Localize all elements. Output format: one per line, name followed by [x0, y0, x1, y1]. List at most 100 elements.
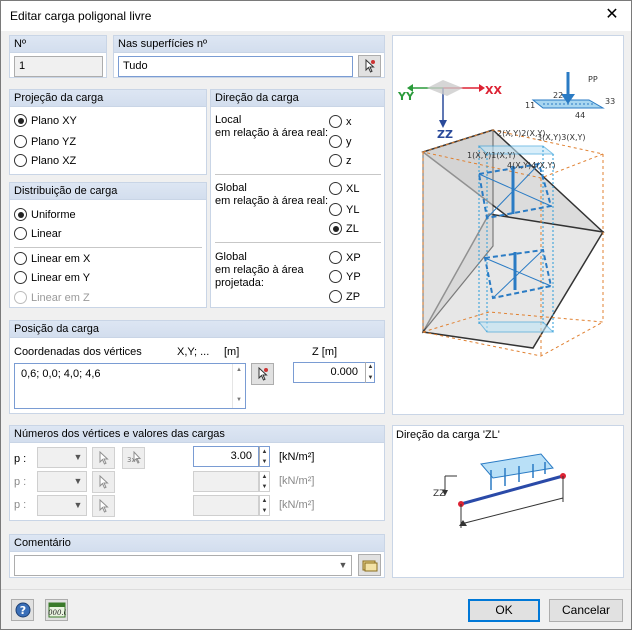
load-value-input	[193, 471, 259, 492]
load-spinner[interactable]: ▲ ▼	[259, 446, 270, 467]
ok-button[interactable]: OK	[468, 599, 540, 622]
direction-caption: Direção da carga 'ZL'	[396, 429, 500, 441]
projection-header: Projeção da carga	[14, 92, 104, 104]
pick-multiple-button: 3x	[122, 447, 145, 469]
z-input[interactable]: 0.000	[293, 362, 375, 383]
direction-diagram: ZZ	[433, 453, 566, 528]
radio-dir-zl[interactable]: ZL	[329, 222, 359, 235]
load-diagram: XX YY ZZ PP 11 22 33 44 1(X,Y)1(X,Y) 2(X…	[397, 72, 615, 357]
help-button[interactable]: ?	[11, 599, 34, 621]
cursor-icon	[99, 451, 109, 465]
vertex-combo: ▼	[37, 495, 87, 516]
footer-divider	[1, 589, 631, 590]
title-bar: Editar carga poligonal livre ✕	[1, 1, 631, 31]
calculator-icon: 0.000.00	[48, 602, 66, 618]
svg-text:33: 33	[605, 97, 615, 106]
p-label: p :	[14, 476, 27, 488]
cursor-icon	[258, 367, 268, 381]
coords-textarea[interactable]: 0,6; 0,0; 4,0; 4,6	[14, 363, 246, 409]
radio-dir-xp[interactable]: XP	[329, 251, 361, 264]
load-value-input[interactable]: 3.00	[193, 446, 259, 467]
unit-label: [kN/m²]	[279, 451, 315, 463]
surfaces-group: Nas superfícies nº Tudo	[113, 35, 385, 78]
xy-label: X,Y; ...	[177, 346, 210, 358]
cursor-icon	[365, 59, 375, 73]
pick-vertices-button[interactable]	[251, 363, 274, 385]
textarea-scrollbar[interactable]: ▲ ▼	[232, 364, 245, 408]
direction-header: Direção da carga	[215, 92, 299, 104]
svg-text:ZZ: ZZ	[437, 128, 453, 141]
divider	[215, 174, 381, 175]
comment-group: Comentário ▼	[9, 534, 385, 578]
load-spinner: ▲ ▼	[259, 471, 270, 492]
comment-header: Comentário	[14, 537, 71, 549]
radio-uniforme[interactable]: Uniforme	[14, 208, 76, 221]
coords-label: Coordenadas dos vértices	[14, 346, 142, 358]
unit-label: [kN/m²]	[279, 499, 315, 511]
position-header: Posição da carga	[14, 323, 99, 335]
close-icon[interactable]: ✕	[601, 5, 623, 25]
local-label: Local em relação à área real:	[215, 114, 329, 139]
calculator-button[interactable]: 0.000.00	[45, 599, 68, 621]
vertices-header: Números dos vértices e valores das carga…	[14, 428, 225, 440]
comment-library-button[interactable]	[358, 554, 381, 576]
radio-dir-x[interactable]: x	[329, 115, 352, 128]
z-spinner[interactable]: ▲ ▼	[365, 362, 375, 383]
number-group: Nº 1	[9, 35, 107, 78]
small-axes-icon: ZZ	[433, 475, 457, 499]
radio-plano-xy[interactable]: Plano XY	[14, 114, 77, 127]
radio-dir-y[interactable]: y	[329, 135, 352, 148]
distribution-group: Distribuição de carga Uniforme Linear Li…	[9, 182, 207, 308]
load-value-input	[193, 495, 259, 516]
p-label: p :	[14, 453, 27, 465]
svg-text:1(X,Y)1(X,Y): 1(X,Y)1(X,Y)	[467, 151, 516, 160]
pick-surfaces-button[interactable]	[358, 55, 381, 77]
pick-vertex-button	[92, 495, 115, 517]
radio-dir-yp[interactable]: YP	[329, 270, 361, 283]
svg-text:XX: XX	[485, 84, 502, 97]
position-group: Posição da carga Coordenadas dos vértice…	[9, 320, 385, 414]
radio-plano-yz[interactable]: Plano YZ	[14, 135, 76, 148]
dialog-window: Editar carga poligonal livre ✕ Nº 1 Nas …	[0, 0, 632, 630]
radio-dir-xl[interactable]: XL	[329, 182, 359, 195]
cancel-button[interactable]: Cancelar	[549, 599, 623, 622]
pick-vertex-button	[92, 447, 115, 469]
unit-label: [m]	[224, 346, 240, 358]
load-plane-icon: PP 11 22 33 44	[525, 72, 615, 120]
number-header: Nº	[14, 38, 26, 50]
cursor-icon	[99, 499, 109, 513]
radio-linear[interactable]: Linear	[14, 227, 62, 240]
preview-3d: XX YY ZZ PP 11 22 33 44 1(X,Y)1(X,Y) 2(X…	[392, 35, 624, 415]
direction-group: Direção da carga Local em relação à área…	[210, 89, 385, 308]
global-label: Global em relação à área real:	[215, 182, 329, 207]
surfaces-header: Nas superfícies nº	[118, 38, 207, 50]
comment-combo[interactable]: ▼	[14, 555, 352, 576]
surfaces-input[interactable]: Tudo	[118, 56, 353, 77]
multi-cursor-icon: 3x	[127, 451, 141, 464]
number-field[interactable]: 1	[14, 56, 103, 77]
projection-group: Projeção da carga Plano XY Plano YZ Plan…	[9, 89, 207, 175]
svg-text:?: ?	[19, 604, 25, 617]
z-label: Z [m]	[312, 346, 338, 358]
radio-linear-x[interactable]: Linear em X	[14, 252, 90, 265]
radio-dir-z[interactable]: z	[329, 154, 352, 167]
radio-dir-yl[interactable]: YL	[329, 203, 359, 216]
svg-text:3(X,Y)3(X,Y): 3(X,Y)3(X,Y)	[537, 133, 586, 142]
projected-label: Global em relação à área projetada:	[215, 251, 304, 289]
help-icon: ?	[15, 602, 30, 618]
radio-linear-z: Linear em Z	[14, 291, 90, 304]
cursor-icon	[99, 475, 109, 489]
svg-text:ZZ: ZZ	[433, 489, 445, 499]
svg-text:0.000.00: 0.000.00	[48, 609, 66, 617]
radio-plano-xz[interactable]: Plano XZ	[14, 154, 76, 167]
svg-text:PP: PP	[588, 75, 598, 84]
folder-icon	[362, 560, 377, 572]
pick-vertex-button	[92, 471, 115, 493]
distribution-header: Distribuição de carga	[14, 185, 118, 197]
radio-dir-zp[interactable]: ZP	[329, 290, 360, 303]
svg-text:44: 44	[575, 111, 585, 120]
radio-linear-y[interactable]: Linear em Y	[14, 271, 90, 284]
svg-text:22: 22	[553, 91, 563, 100]
vertex-combo: ▼	[37, 447, 87, 468]
p-label: p :	[14, 499, 27, 511]
